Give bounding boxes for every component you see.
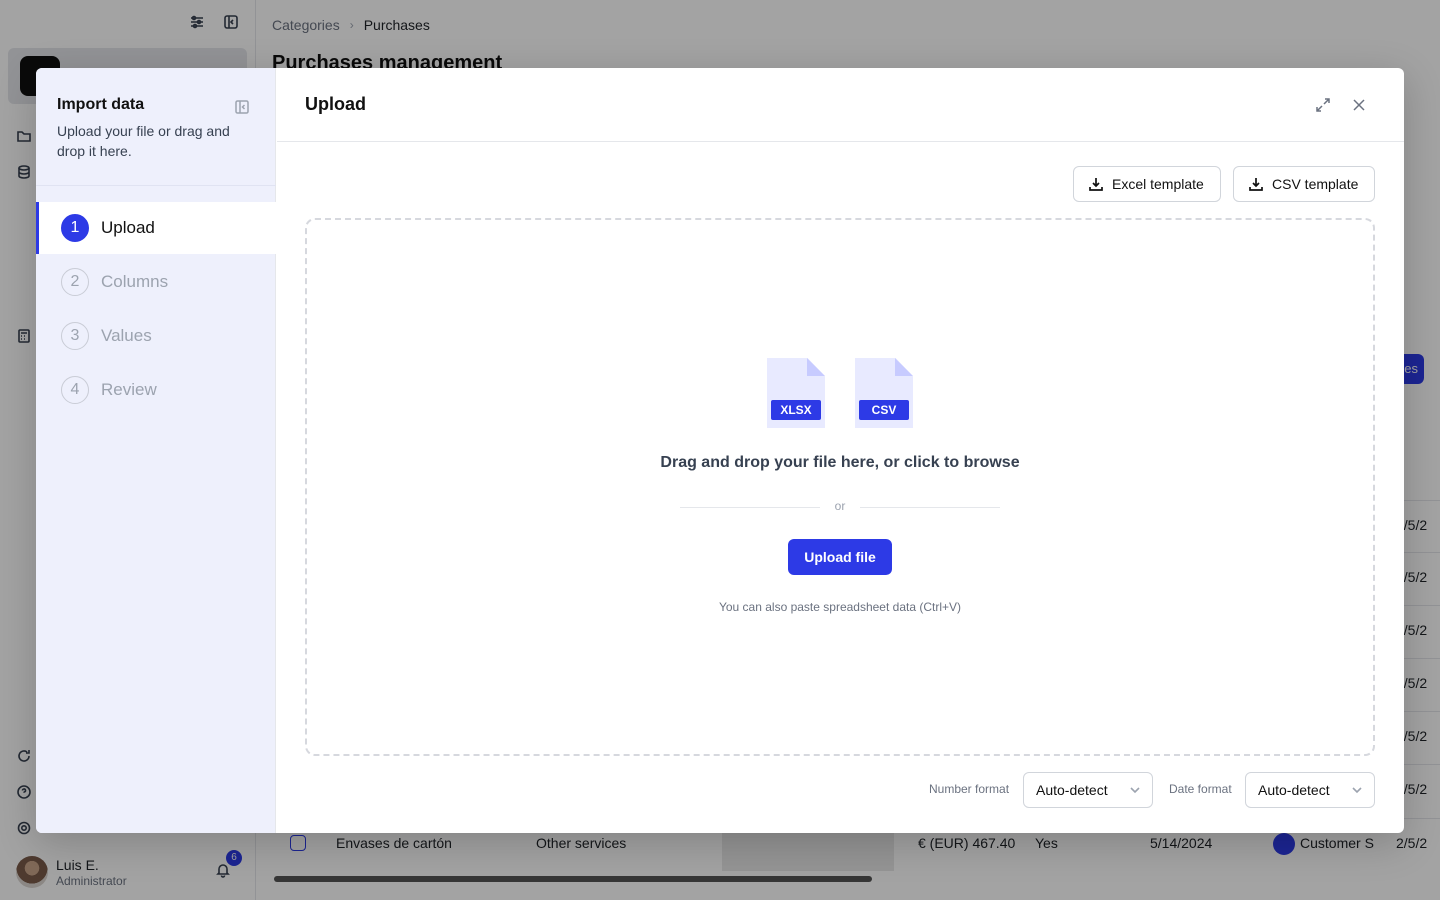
step-columns[interactable]: 2 Columns — [36, 256, 276, 308]
number-format-select[interactable]: Auto-detect — [1023, 772, 1153, 808]
chevron-down-icon — [1130, 787, 1140, 794]
download-icon — [1249, 178, 1263, 191]
expand-icon[interactable] — [1314, 96, 1332, 114]
xlsx-tag: XLSX — [771, 400, 821, 420]
xlsx-file-icon: XLSX — [767, 358, 825, 428]
csv-file-icon: CSV — [855, 358, 913, 428]
paste-hint: You can also paste spreadsheet data (Ctr… — [718, 600, 962, 614]
step-number: 4 — [61, 376, 89, 404]
import-panel-description: Upload your file or drag and drop it her… — [57, 123, 230, 159]
step-review[interactable]: 4 Review — [36, 364, 276, 416]
step-number: 2 — [61, 268, 89, 296]
import-panel-title: Import data — [57, 96, 145, 113]
number-format-value: Auto-detect — [1036, 782, 1108, 798]
step-label: Values — [101, 326, 152, 345]
excel-template-label: Excel template — [1112, 176, 1204, 192]
step-upload[interactable]: 1 Upload — [36, 202, 276, 254]
download-icon — [1089, 178, 1103, 191]
csv-template-button[interactable]: CSV template — [1233, 166, 1375, 202]
date-format-select[interactable]: Auto-detect — [1245, 772, 1375, 808]
number-format-label: Number format — [929, 782, 1010, 796]
csv-tag: CSV — [859, 400, 909, 420]
step-number: 1 — [61, 214, 89, 242]
file-dropzone[interactable]: XLSX CSV Drag and drop your file here, o… — [305, 218, 1375, 756]
step-label: Columns — [101, 272, 169, 291]
dialog-header: Upload — [277, 68, 1404, 142]
step-number: 3 — [61, 322, 89, 350]
import-steps-panel: Import data Upload your file or drag and… — [36, 68, 276, 833]
csv-template-label: CSV template — [1272, 176, 1359, 192]
date-format-value: Auto-detect — [1258, 782, 1330, 798]
dropzone-instruction: Drag and drop your file here, or click t… — [660, 454, 1020, 471]
chevron-down-icon — [1352, 787, 1362, 794]
or-separator: or — [834, 499, 846, 513]
import-dialog: Import data Upload your file or drag and… — [36, 68, 1404, 833]
step-label: Review — [101, 380, 157, 399]
excel-template-button[interactable]: Excel template — [1073, 166, 1221, 202]
import-panel-header: Import data Upload your file or drag and… — [36, 68, 276, 186]
dialog-title: Upload — [305, 94, 366, 114]
step-values[interactable]: 3 Values — [36, 310, 276, 362]
date-format-label: Date format — [1169, 782, 1232, 796]
upload-file-button[interactable]: Upload file — [788, 539, 892, 575]
close-icon[interactable] — [1350, 96, 1368, 114]
step-label: Upload — [101, 218, 155, 237]
upload-panel: Upload Excel template CSV template XLSX … — [277, 68, 1404, 833]
panel-collapse-icon[interactable] — [234, 99, 250, 115]
